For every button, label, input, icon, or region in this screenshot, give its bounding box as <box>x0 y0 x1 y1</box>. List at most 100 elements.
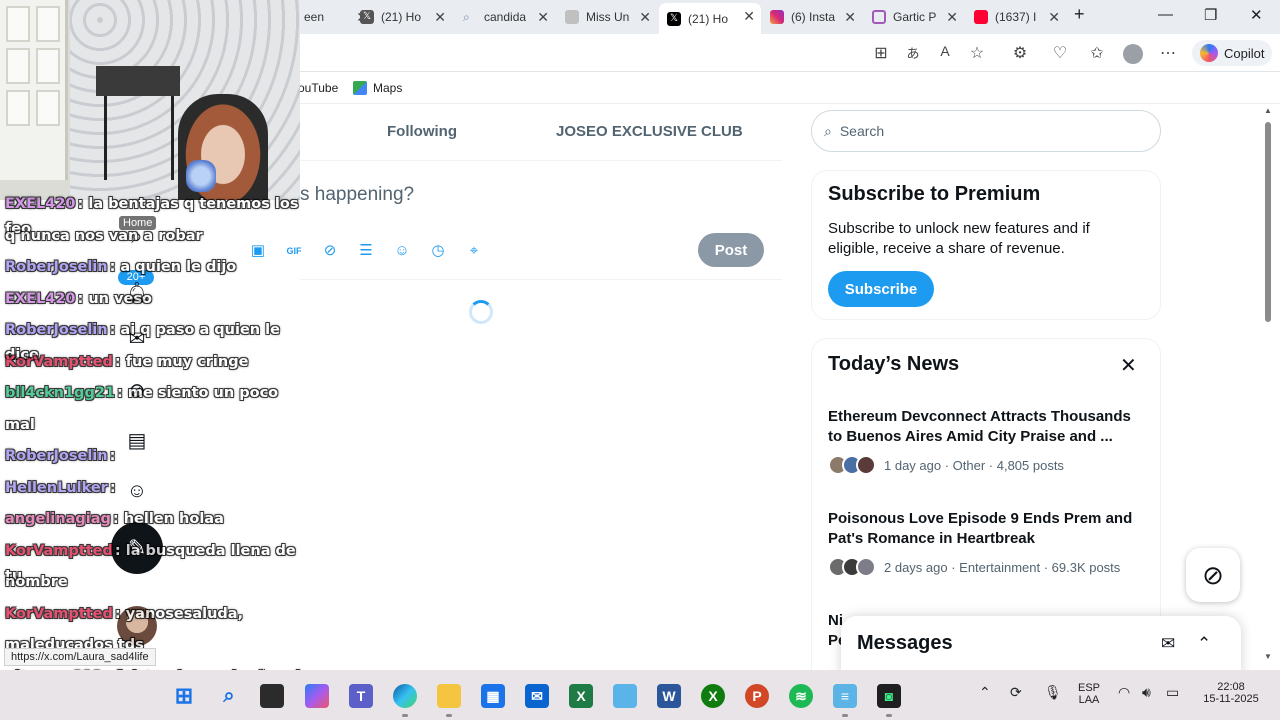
teams-icon[interactable]: T <box>349 684 373 708</box>
read-aloud-icon[interactable]: A <box>935 43 955 59</box>
post-button[interactable]: Post <box>698 233 764 267</box>
excel-icon[interactable]: X <box>569 684 593 708</box>
maps-icon <box>353 81 367 95</box>
word-icon[interactable]: W <box>657 684 681 708</box>
news-title: Today’s News <box>828 353 960 375</box>
scroll-down-icon[interactable]: ▼ <box>1264 652 1272 661</box>
browser-tab[interactable]: Miss Un ✕ <box>557 4 657 30</box>
tab-joseo-exclusive-club[interactable]: JOSEO EXCLUSIVE CLUB <box>556 123 743 140</box>
close-icon[interactable]: ✕ <box>1048 9 1060 26</box>
grok-icon[interactable]: ⊘ <box>320 241 340 261</box>
messages-title: Messages <box>857 632 953 654</box>
premium-card: Subscribe to Premium Subscribe to unlock… <box>811 170 1161 320</box>
windows-icon[interactable]: ⊞ <box>172 684 196 708</box>
extensions-icon[interactable]: ⚙ <box>1010 43 1030 63</box>
translate-icon[interactable]: あ <box>903 43 923 62</box>
copilot-button[interactable]: Copilot <box>1192 40 1272 66</box>
close-icon[interactable]: ✕ <box>434 9 446 26</box>
close-icon[interactable]: ✕ <box>1120 353 1137 378</box>
wifi-icon[interactable]: ◠ <box>1118 684 1130 701</box>
file-explorer-dark-icon[interactable] <box>260 684 284 708</box>
divider <box>300 160 782 161</box>
sync-icon[interactable]: ⟳ <box>1010 684 1022 701</box>
photos-icon[interactable] <box>613 684 637 708</box>
browser-tab[interactable]: ⌕ candida ✕ <box>455 4 555 30</box>
show-hidden-icons-icon[interactable]: ⌃ <box>979 684 991 701</box>
running-indicator <box>446 714 452 717</box>
bookmark-maps[interactable]: Maps <box>353 81 402 95</box>
chat-text: q nunca nos van a robar <box>5 227 203 244</box>
search-input[interactable]: ⌕ Search <box>811 110 1161 152</box>
notepad-icon[interactable]: ≡ <box>833 684 857 708</box>
close-icon[interactable]: ✕ <box>844 9 856 26</box>
scrollbar[interactable]: ▲ ▼ <box>1262 104 1274 670</box>
app-available-icon[interactable]: ⊞ <box>871 43 891 63</box>
minimize-icon[interactable]: — <box>1158 6 1173 23</box>
favorite-star-icon[interactable]: ☆ <box>967 43 987 63</box>
close-icon[interactable]: ✕ <box>946 9 958 26</box>
chat-message: q nunca nos van a robar <box>5 224 315 249</box>
new-tab-icon[interactable]: + <box>1074 4 1085 25</box>
battery-icon[interactable]: ▭ <box>1166 684 1179 701</box>
scroll-up-icon[interactable]: ▲ <box>1264 106 1272 115</box>
scrollbar-thumb[interactable] <box>1265 122 1271 322</box>
messages-drawer[interactable]: Messages ✉ ⌃ <box>841 616 1241 670</box>
chat-text: nombre <box>5 574 68 590</box>
browser-tab[interactable]: Gartic P ✕ <box>864 4 964 30</box>
chat-text: : <box>109 479 116 496</box>
clock[interactable]: 22:08 15-11-2025 <box>1196 681 1266 705</box>
browser-tab-active[interactable]: 𝕏 (21) Ho ✕ <box>659 3 761 34</box>
new-message-icon[interactable]: ✉ <box>1161 634 1175 654</box>
close-icon[interactable]: ✕ <box>639 9 651 26</box>
browser-tab[interactable]: (1637) I ✕ <box>966 4 1066 30</box>
search-icon[interactable]: ⌕ <box>217 684 241 708</box>
close-icon[interactable]: ✕ <box>537 9 549 26</box>
browser-essentials-icon[interactable]: ♡ <box>1050 43 1070 63</box>
search-icon: ⌕ <box>463 10 470 24</box>
tab-following[interactable]: Following <box>387 123 457 140</box>
bookmark-youtube[interactable]: ouTube <box>298 81 338 95</box>
window-close-icon[interactable]: ✕ <box>1250 6 1263 24</box>
favorites-icon[interactable]: ✩ <box>1087 43 1107 63</box>
news-item[interactable]: Poisonous Love Episode 9 Ends Prem and P… <box>828 509 1144 577</box>
emoji-icon[interactable]: ☺ <box>392 241 412 261</box>
chat-text: : yanosesaluda, <box>114 605 244 622</box>
powerpoint-icon[interactable]: P <box>745 684 769 708</box>
xbox-icon[interactable]: X <box>701 684 725 708</box>
copilot-icon[interactable] <box>305 684 329 708</box>
tab-title: candida <box>484 10 527 24</box>
chat-username: KorVamptted <box>5 542 113 559</box>
browser-tab[interactable]: 𝕏 (21) Ho ✕ <box>352 4 452 30</box>
poll-icon[interactable]: ☰ <box>356 241 376 261</box>
mail-icon[interactable]: ✉ <box>525 684 549 708</box>
volume-icon[interactable]: 🔊︎ <box>1142 684 1151 701</box>
spotify-icon[interactable]: ≋ <box>789 684 813 708</box>
search-icon: ⌕ <box>824 122 832 139</box>
subscribe-button[interactable]: Subscribe <box>828 271 934 307</box>
folder-icon[interactable] <box>437 684 461 708</box>
chat-message: KorVamptted: fue muy cringe <box>5 350 315 375</box>
store-icon[interactable]: ▦ <box>481 684 505 708</box>
language-indicator[interactable]: ESP LAA <box>1074 682 1104 706</box>
news-item[interactable]: Ethereum Devconnect Attracts Thousands t… <box>828 407 1144 475</box>
status-url: https://x.com/Laura_sad4life <box>4 648 156 666</box>
tab-title: (6) Insta <box>791 10 836 24</box>
close-icon[interactable]: ✕ <box>743 8 755 25</box>
schedule-icon[interactable]: ◷ <box>428 241 448 261</box>
expand-icon[interactable]: ⌃ <box>1197 634 1211 654</box>
more-icon[interactable]: ⋯ <box>1158 43 1178 63</box>
chat-message: nombre <box>5 570 315 595</box>
browser-tab[interactable]: (6) Insta ✕ <box>762 4 862 30</box>
chat-username: RoberJoselin <box>5 448 108 464</box>
profile-icon[interactable] <box>1123 44 1143 64</box>
tab-title: een <box>304 10 325 24</box>
avatar <box>856 557 876 577</box>
location-icon[interactable]: ⌖ <box>464 241 484 261</box>
microphone-icon[interactable]: 🎙︎ <box>1044 684 1062 701</box>
grok-button[interactable]: ⊘ <box>1186 548 1240 602</box>
restore-icon[interactable]: ❐ <box>1204 6 1217 24</box>
search-placeholder: Search <box>839 123 885 139</box>
chat-text: : fue muy cringe <box>114 353 249 370</box>
discord-icon[interactable]: ◙ <box>877 684 901 708</box>
edge-icon[interactable] <box>393 684 417 708</box>
